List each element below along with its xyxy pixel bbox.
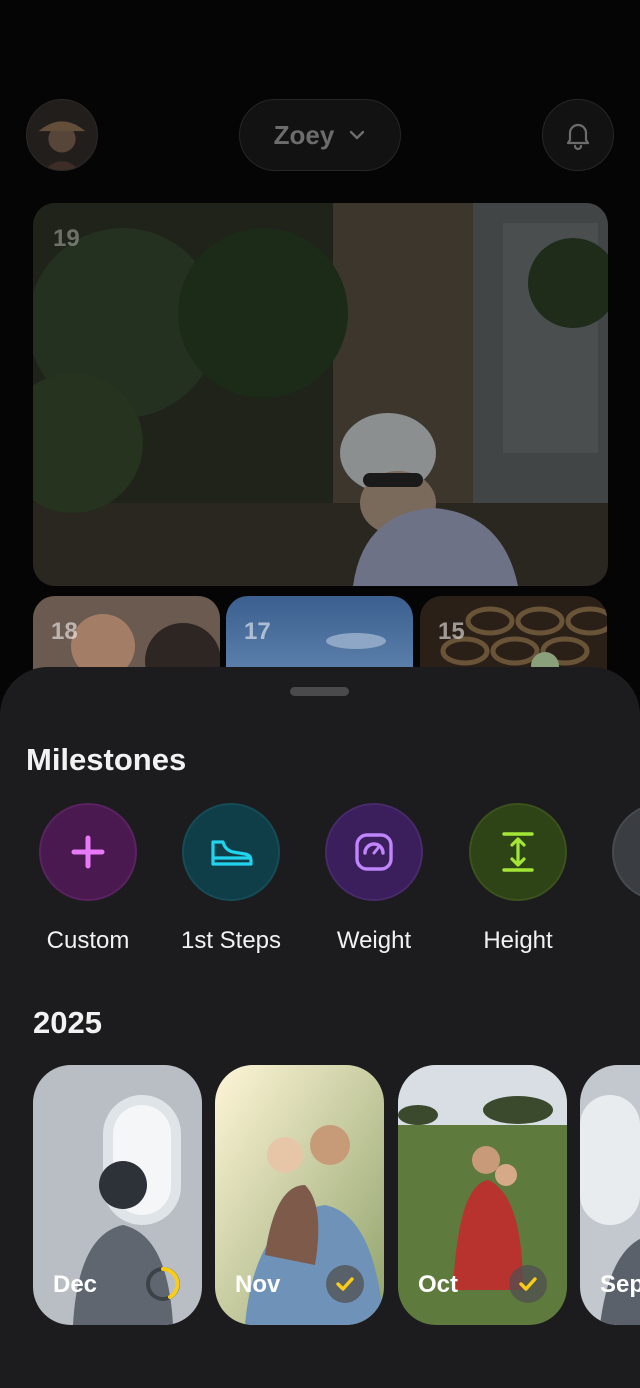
milestone-icon-circle <box>182 803 280 901</box>
bell-icon <box>566 123 590 151</box>
hero-photo[interactable]: 19 <box>33 203 608 586</box>
check-icon <box>519 1277 537 1291</box>
month-card-nov[interactable]: Nov <box>215 1065 384 1325</box>
child-selector[interactable]: Zoey <box>239 99 401 171</box>
milestone-label: Weight <box>336 927 412 954</box>
month-card-sep[interactable]: Sep <box>580 1065 640 1325</box>
progress-ring-icon <box>146 1267 180 1301</box>
milestone-custom[interactable]: Custom <box>13 803 163 955</box>
month-card-oct[interactable]: Oct <box>398 1065 567 1325</box>
month-label: Sep <box>600 1271 640 1298</box>
top-bar: Zoey <box>0 99 640 171</box>
month-label: Oct <box>418 1271 459 1298</box>
milestone-icon-circle <box>325 803 423 901</box>
complete-indicator <box>326 1265 364 1303</box>
progress-indicator <box>144 1265 182 1303</box>
milestones-sheet: Milestones Custom 1st Steps Weight Heigh… <box>0 667 640 1388</box>
thumbnail-day-number: 15 <box>438 618 465 645</box>
hero-day-number: 19 <box>53 225 80 252</box>
milestone-icon-circle <box>39 803 137 901</box>
check-icon <box>336 1277 354 1291</box>
milestone-label: 1st <box>586 927 640 955</box>
thumbnail-day-number: 18 <box>51 618 78 645</box>
milestones-title: Milestones <box>26 742 187 777</box>
milestones-row[interactable]: Custom 1st Steps Weight Height <box>0 803 640 963</box>
months-row[interactable]: Dec Nov Oct Sep <box>0 1065 640 1327</box>
milestone-label: 1st Steps <box>180 927 282 954</box>
scale-icon <box>355 833 393 871</box>
notifications-button[interactable] <box>542 99 614 171</box>
milestone-icon-circle <box>469 803 567 901</box>
month-card-dec[interactable]: Dec <box>33 1065 202 1325</box>
milestone-icon-circle <box>612 803 640 901</box>
garden-photo <box>33 203 608 586</box>
milestone-label: Height <box>483 927 553 954</box>
sheet-drag-handle[interactable] <box>290 687 349 696</box>
complete-indicator <box>509 1265 547 1303</box>
height-icon <box>502 832 534 872</box>
milestone-weight[interactable]: Weight <box>299 803 449 955</box>
milestone-label: Custom <box>46 927 130 954</box>
milestone-height[interactable]: Height <box>443 803 593 955</box>
child-name: Zoey <box>273 119 335 150</box>
year-heading: 2025 <box>33 1005 102 1040</box>
thumbnail-day-number: 17 <box>244 618 271 645</box>
chevron-down-icon <box>350 130 365 140</box>
avatar[interactable] <box>26 99 98 171</box>
month-label: Dec <box>53 1271 98 1298</box>
profile-photo <box>27 100 97 170</box>
plus-icon <box>71 835 105 869</box>
month-label: Nov <box>235 1271 281 1298</box>
shoe-icon <box>211 840 253 866</box>
milestone-first-steps[interactable]: 1st Steps <box>156 803 306 955</box>
milestone-first-partial[interactable]: 1st <box>586 803 640 955</box>
